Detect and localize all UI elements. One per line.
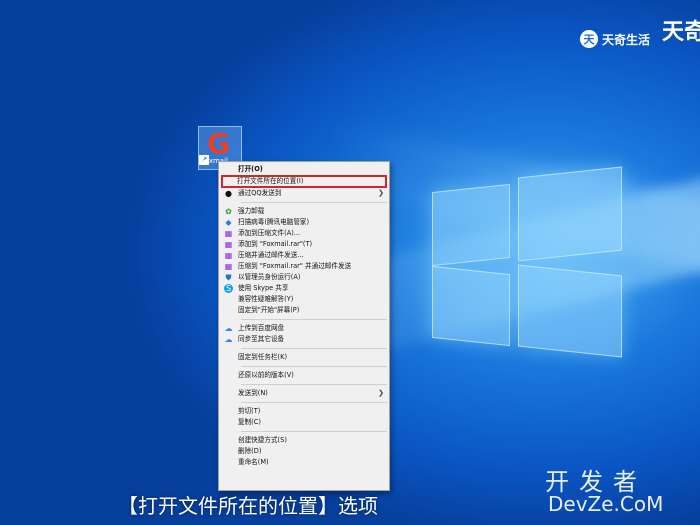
context-menu-item[interactable]: ▦ 压缩到 "Foxmail.rar" 并通过邮件发送 (219, 261, 389, 272)
context-menu-item[interactable]: 重命名(M) (219, 457, 389, 468)
context-menu-item[interactable]: ◆ 扫描病毒(腾讯电脑管家) (219, 217, 389, 228)
context-menu-item[interactable]: ▦ 压缩并通过邮件发送... (219, 250, 389, 261)
context-menu-item[interactable]: 复制(C) (219, 417, 389, 428)
menu-separator (241, 431, 387, 432)
context-menu-item[interactable]: 固定到任务栏(K) (219, 352, 389, 363)
rar-icon: ▦ (224, 262, 233, 271)
context-menu-item[interactable]: 还原以前的版本(V) (219, 370, 389, 381)
admin-shield-icon: ⛊ (225, 273, 232, 282)
context-menu-item-label: 固定到任务栏(K) (238, 353, 288, 361)
context-menu-item[interactable]: ✿ 强力卸载 (219, 206, 389, 217)
context-menu-item-label: 使用 Skype 共享 (238, 284, 289, 292)
menu-separator (241, 348, 387, 349)
skype-icon: S (224, 284, 233, 293)
foxmail-app-icon: G (207, 127, 230, 160)
context-menu-item-label: 创建快捷方式(S) (238, 436, 287, 444)
windows-logo-pane (518, 264, 622, 358)
context-menu-item-label: 添加到 "Foxmail.rar"(T) (238, 240, 313, 248)
context-menu-item-label: 同步至其它设备 (238, 335, 285, 343)
context-menu-item[interactable]: 发送到(N) ❯ (219, 388, 389, 399)
qq-icon: ● (225, 189, 232, 198)
menu-separator (241, 202, 387, 203)
context-menu-item-label: 强力卸载 (238, 207, 265, 215)
context-menu-item[interactable]: 打开文件所在的位置(I) (221, 175, 387, 188)
context-menu-item-label: 剪切(T) (238, 407, 261, 415)
video-caption: 【打开文件所在的位置】选项 (118, 494, 378, 518)
brand-text: 天奇生活 (602, 32, 651, 47)
context-menu-item-label: 还原以前的版本(V) (238, 371, 294, 379)
context-menu-item-label: 压缩到 "Foxmail.rar" 并通过邮件发送 (238, 262, 352, 270)
context-menu-item-label: 压缩并通过邮件发送... (238, 251, 304, 259)
rar-icon: ▦ (224, 229, 233, 238)
rar-icon: ▦ (224, 240, 233, 249)
context-menu-item-label: 添加到压缩文件(A)... (238, 229, 301, 237)
context-menu-item-label: 打开文件所在的位置(I) (237, 177, 304, 185)
context-menu-item-label: 以管理员身份运行(A) (238, 273, 301, 281)
context-menu-item[interactable]: 创建快捷方式(S) (219, 435, 389, 446)
windows-logo-pane (432, 265, 510, 347)
context-menu-item[interactable]: 删除(D) (219, 446, 389, 457)
context-menu-item[interactable]: 打开(O) (219, 164, 389, 175)
rar-icon: ▦ (224, 251, 233, 260)
menu-separator (241, 402, 387, 403)
context-menu-item[interactable]: ▦ 添加到压缩文件(A)... (219, 228, 389, 239)
cloud-upload-icon: ☁ (224, 324, 233, 333)
context-menu-item[interactable]: ▦ 添加到 "Foxmail.rar"(T) (219, 239, 389, 250)
context-menu-item-label: 固定到"开始"屏幕(P) (238, 306, 300, 314)
context-menu-item[interactable]: S 使用 Skype 共享 (219, 283, 389, 294)
context-menu-item[interactable]: 剪切(T) (219, 406, 389, 417)
context-menu-item[interactable]: 固定到"开始"屏幕(P) (219, 305, 389, 316)
windows-logo-pane (518, 166, 622, 262)
context-menu: 打开(O) 打开文件所在的位置(I) ● 通过QQ发送到 ❯ ✿ 强力卸载 ◆ 扫描病毒(腾讯电… (218, 161, 390, 491)
context-menu-item-label: 上传到百度网盘 (238, 324, 285, 332)
context-menu-item-label: 扫描病毒(腾讯电脑管家) (238, 218, 310, 226)
context-menu-item-label: 打开(O) (238, 165, 263, 173)
cloud-sync-icon: ☁ (224, 335, 233, 344)
context-menu-item[interactable]: ● 通过QQ发送到 ❯ (219, 188, 389, 199)
menu-separator (241, 384, 387, 385)
context-menu-item-label: 复制(C) (238, 418, 261, 426)
brand-mark-icon: 天 (580, 30, 598, 48)
context-menu-item[interactable]: ⛊ 以管理员身份运行(A) (219, 272, 389, 283)
windows-logo-pane (432, 183, 510, 267)
context-menu-item-label: 兼容性疑难解答(Y) (238, 295, 294, 303)
uninstall-icon: ✿ (225, 207, 232, 216)
context-menu-item-label: 重命名(M) (238, 458, 269, 466)
brand-logo: 天 天奇生活 (580, 30, 650, 48)
submenu-arrow-icon: ❯ (378, 389, 384, 397)
menu-separator (241, 319, 387, 320)
brand-big-text: 天奇 (662, 20, 700, 45)
virus-scan-icon: ◆ (225, 218, 232, 227)
context-menu-item[interactable]: ☁ 同步至其它设备 (219, 334, 389, 345)
menu-separator (241, 366, 387, 367)
submenu-arrow-icon: ❯ (378, 189, 384, 197)
context-menu-item-label: 通过QQ发送到 (238, 189, 282, 197)
context-menu-item[interactable]: ☁ 上传到百度网盘 (219, 323, 389, 334)
context-menu-item-label: 删除(D) (238, 447, 262, 455)
watermark-url: DevZe.CoM (548, 492, 664, 516)
context-menu-item-label: 发送到(N) (238, 389, 268, 397)
context-menu-item[interactable]: 兼容性疑难解答(Y) (219, 294, 389, 305)
windows-logo (432, 166, 632, 358)
